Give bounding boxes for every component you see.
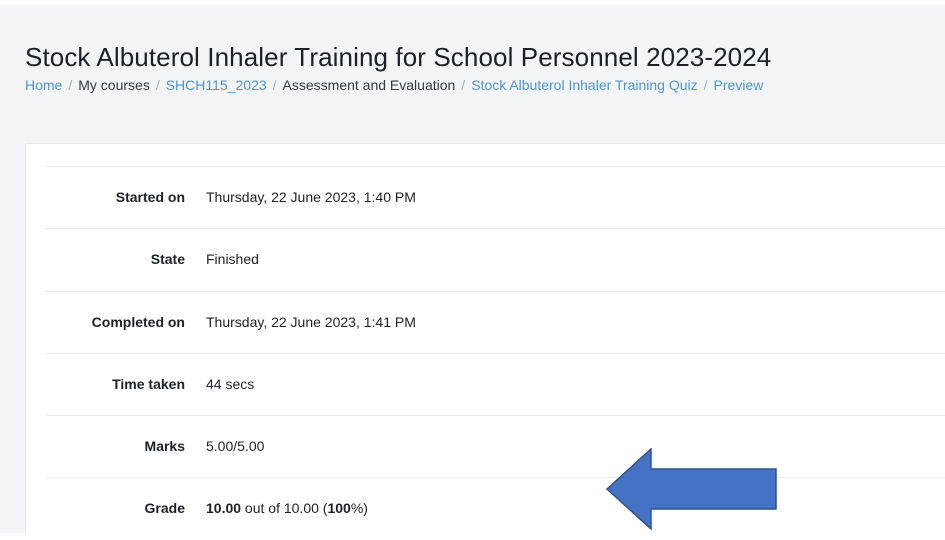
grade-percent-suffix: %) (350, 500, 368, 516)
quiz-summary-card: Started on Thursday, 22 June 2023, 1:40 … (25, 143, 945, 534)
grade-percent: 100 (327, 500, 351, 516)
marks-label: Marks (144, 438, 185, 454)
state-value: Finished (206, 251, 259, 267)
started-on-value: Thursday, 22 June 2023, 1:40 PM (206, 189, 416, 205)
grade-out-of: out of 10.00 ( (241, 500, 328, 516)
breadcrumb-separator: / (68, 77, 73, 93)
grade-value: 10.00 out of 10.00 (100%) (206, 500, 368, 516)
completed-on-label: Completed on (91, 314, 185, 330)
marks-value: 5.00/5.00 (206, 438, 265, 454)
grade-score: 10.00 (206, 500, 242, 516)
summary-row-started-on: Started on Thursday, 22 June 2023, 1:40 … (46, 166, 945, 229)
time-taken-value: 44 secs (206, 376, 255, 392)
breadcrumb-separator: / (703, 77, 708, 93)
breadcrumb-course-link[interactable]: SHCH115_2023 (166, 77, 267, 93)
time-taken-label: Time taken (112, 376, 185, 392)
breadcrumb-separator: / (461, 77, 466, 93)
summary-row-time-taken: Time taken 44 secs (46, 353, 945, 416)
breadcrumb: Home / My courses / SHCH115_2023 / Assessment … (25, 77, 763, 93)
summary-row-state: State Finished (46, 228, 945, 291)
breadcrumb-my-courses: My courses (78, 77, 150, 93)
summary-row-completed-on: Completed on Thursday, 22 June 2023, 1:4… (46, 291, 945, 354)
breadcrumb-home-link[interactable]: Home (25, 77, 62, 93)
breadcrumb-preview-link[interactable]: Preview (714, 77, 764, 93)
summary-row-marks: Marks 5.00/5.00 (46, 415, 945, 478)
summary-row-grade: Grade 10.00 out of 10.00 (100%) (46, 477, 945, 540)
grade-label: Grade (144, 500, 185, 516)
breadcrumb-quiz-link[interactable]: Stock Albuterol Inhaler Training Quiz (471, 77, 697, 93)
page-title: Stock Albuterol Inhaler Training for Sch… (25, 42, 772, 72)
completed-on-value: Thursday, 22 June 2023, 1:41 PM (206, 314, 416, 330)
state-label: State (150, 251, 185, 267)
breadcrumb-separator: / (272, 77, 277, 93)
left-arrow-icon (606, 448, 777, 530)
breadcrumb-section: Assessment and Evaluation (282, 77, 456, 93)
breadcrumb-separator: / (155, 77, 160, 93)
started-on-label: Started on (115, 189, 185, 205)
